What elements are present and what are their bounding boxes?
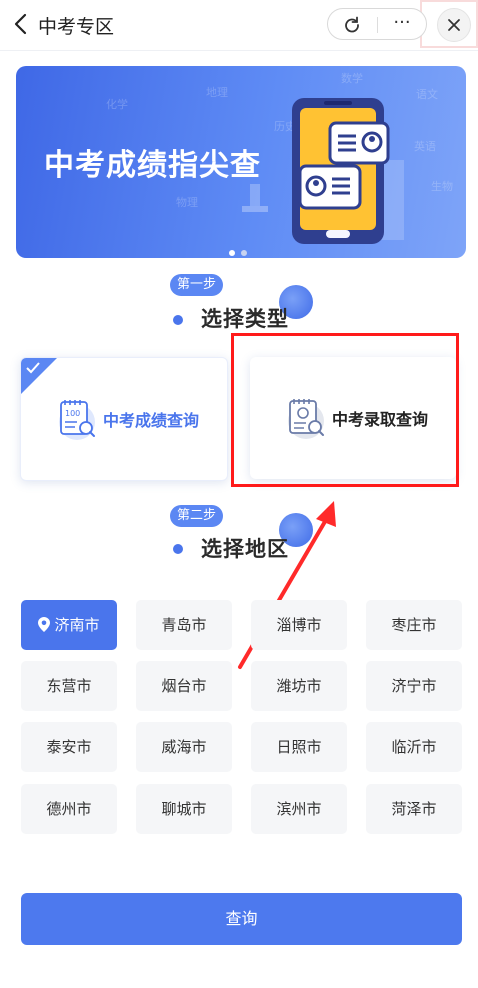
banner-decor-word: 语文 (416, 88, 438, 101)
step-badge: 第二步 (170, 505, 224, 527)
city-button[interactable]: 滨州市 (251, 784, 347, 834)
city-button[interactable]: 淄博市 (251, 600, 347, 650)
phone-illustration-icon (242, 98, 404, 244)
banner-carousel[interactable]: 化学 数学 历史 语文 英语 物理 生物 地理 中考成绩指尖查 (16, 66, 466, 258)
step-dot (173, 315, 183, 325)
location-pin-icon (38, 616, 51, 632)
city-button[interactable]: 德州市 (21, 784, 117, 834)
city-button-jinan[interactable]: 济南市 (21, 600, 117, 650)
city-button[interactable]: 青岛市 (136, 600, 232, 650)
section-title: 选择地区 (201, 537, 289, 561)
carousel-dot[interactable] (241, 250, 247, 256)
city-button[interactable]: 潍坊市 (251, 661, 347, 711)
city-button[interactable]: 聊城市 (136, 784, 232, 834)
step-badge: 第一步 (170, 274, 224, 296)
check-icon (26, 362, 40, 374)
card-icon-text: 100 (65, 409, 80, 418)
city-button[interactable]: 日照市 (251, 722, 347, 772)
report-card-icon: 100 (59, 400, 95, 440)
banner-decor-word: 数学 (341, 72, 363, 85)
type-card-score[interactable]: 100 中考成绩查询 (20, 357, 228, 481)
more-button[interactable]: ··· (388, 12, 416, 36)
banner-decor-word: 化学 (106, 98, 128, 111)
city-button[interactable]: 泰安市 (21, 722, 117, 772)
close-button[interactable] (437, 8, 471, 42)
city-button[interactable]: 烟台市 (136, 661, 232, 711)
type-card-label: 中考成绩查询 (103, 411, 200, 430)
page-title: 中考专区 (38, 16, 115, 38)
top-bar: 中考专区 ··· (0, 0, 478, 51)
miniapp-capsule: ··· (327, 8, 427, 40)
back-arrow-icon[interactable] (8, 10, 36, 38)
city-button[interactable]: 东营市 (21, 661, 117, 711)
carousel-dot[interactable] (229, 250, 235, 256)
city-button[interactable]: 枣庄市 (366, 600, 462, 650)
banner-title: 中考成绩指尖查 (44, 148, 261, 183)
refresh-icon[interactable] (342, 15, 362, 35)
banner-decor-word: 英语 (414, 140, 436, 153)
city-label: 济南市 (54, 616, 100, 634)
query-button[interactable]: 查询 (21, 893, 462, 945)
capsule-divider (377, 17, 378, 33)
banner-decor-word: 生物 (431, 180, 453, 193)
annotation-highlight-box (231, 333, 459, 487)
step-dot (173, 544, 183, 554)
section-title: 选择类型 (201, 307, 289, 331)
city-button[interactable]: 菏泽市 (366, 784, 462, 834)
city-button[interactable]: 临沂市 (366, 722, 462, 772)
banner-decor-word: 地理 (206, 86, 228, 99)
close-icon (448, 19, 460, 31)
city-button[interactable]: 威海市 (136, 722, 232, 772)
banner-decor-word: 物理 (176, 196, 198, 209)
city-button[interactable]: 济宁市 (366, 661, 462, 711)
